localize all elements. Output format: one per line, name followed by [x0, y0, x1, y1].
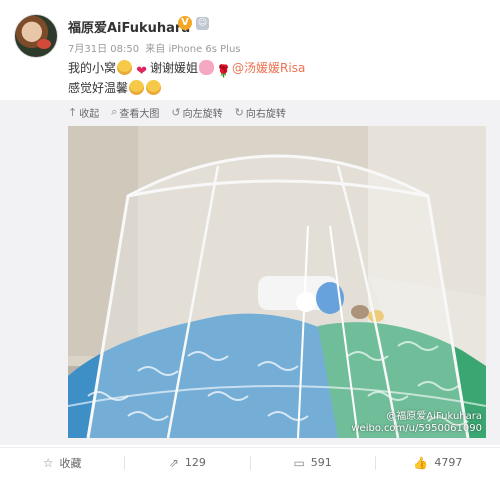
author-name[interactable]: 福原爱AiFukuhara — [68, 17, 190, 36]
thumbs-up-icon: 👍 — [413, 455, 429, 470]
smile-emoji-icon — [117, 60, 133, 75]
view-large-label: 查看大图 — [119, 108, 160, 120]
source-prefix: 来自 — [145, 44, 166, 55]
rose-emoji-icon: 🌹 — [216, 64, 231, 78]
touched-emoji-icon — [129, 80, 145, 95]
post-text-segment: 感觉好温馨 — [68, 81, 129, 95]
post-photo[interactable]: @福原爱AiFukuhara weibo.com/u/5950061090 — [68, 126, 486, 438]
comment-button[interactable]: ▭ 591 — [251, 448, 375, 477]
post-time[interactable]: 7月31日 08:50 — [68, 44, 139, 55]
rotate-right-button[interactable]: ↻ 向右旋转 — [235, 105, 286, 120]
favorite-label: 收藏 — [59, 456, 82, 470]
watermark-url: weibo.com/u/5950061090 — [351, 423, 482, 434]
comment-icon: ▭ — [293, 455, 305, 470]
rotate-left-label: 向左旋转 — [182, 108, 223, 120]
comment-count: 591 — [310, 456, 332, 469]
post-text-segment: 谢谢媛姐 — [150, 61, 199, 75]
repost-icon: ⇗ — [168, 455, 179, 470]
like-count: 4797 — [434, 456, 463, 469]
favorite-button[interactable]: ☆ 收藏 — [0, 448, 124, 477]
post-text-segment: 我的小窝 — [68, 61, 117, 75]
repost-count: 129 — [184, 456, 206, 469]
avatar[interactable] — [14, 14, 58, 58]
photo-watermark: @福原爱AiFukuhara weibo.com/u/5950061090 — [351, 411, 482, 435]
collapse-button[interactable]: ↑ 收起 — [68, 105, 99, 120]
weibo-post: 福原爱AiFukuhara V ☺ 7月31日 08:50 来自 iPhone … — [0, 0, 500, 477]
heart-emoji-icon: ❤ — [136, 64, 147, 79]
collapse-icon: ↑ — [68, 105, 78, 119]
post-text: 我的小窝 ❤ 谢谢媛姐 🌹@汤媛媛Risa 感觉好温馨 — [68, 58, 488, 98]
star-icon: ☆ — [42, 455, 54, 470]
like-button[interactable]: 👍 4797 — [376, 448, 500, 477]
rotate-right-label: 向右旋转 — [245, 108, 286, 120]
member-icon: ☺ — [196, 17, 209, 30]
vip-badge-icon: V — [178, 16, 192, 30]
collapse-label: 收起 — [79, 108, 100, 120]
mention-link[interactable]: @汤媛媛Risa — [232, 61, 305, 75]
view-large-button[interactable]: ⌕ 查看大图 — [111, 105, 159, 120]
post-source[interactable]: iPhone 6s Plus — [168, 44, 240, 55]
touched-emoji-icon — [146, 80, 162, 95]
watermark-handle: @福原爱AiFukuhara — [386, 411, 482, 422]
pig-emoji-icon — [199, 60, 215, 75]
post-meta: 7月31日 08:50 来自 iPhone 6s Plus — [68, 40, 241, 55]
post-text-line-2: 感觉好温馨 — [68, 78, 488, 98]
media-toolbar: ↑ 收起 ⌕ 查看大图 ↺ 向左旋转 ↻ 向右旋转 — [68, 100, 286, 124]
rotate-right-icon: ↻ — [234, 105, 244, 119]
media-panel: ↑ 收起 ⌕ 查看大图 ↺ 向左旋转 ↻ 向右旋转 @福原爱AiFukuhara… — [0, 100, 500, 445]
rotate-left-icon: ↺ — [171, 105, 181, 119]
post-text-line-1: 我的小窝 ❤ 谢谢媛姐 🌹@汤媛媛Risa — [68, 58, 488, 79]
rotate-left-button[interactable]: ↺ 向左旋转 — [171, 105, 222, 120]
mosquito-net-bed-photo — [68, 126, 486, 438]
action-bar: ☆ 收藏 ⇗ 129 ▭ 591 👍 4797 — [0, 447, 500, 477]
magnifier-icon: ⌕ — [111, 105, 118, 118]
repost-button[interactable]: ⇗ 129 — [125, 448, 249, 477]
